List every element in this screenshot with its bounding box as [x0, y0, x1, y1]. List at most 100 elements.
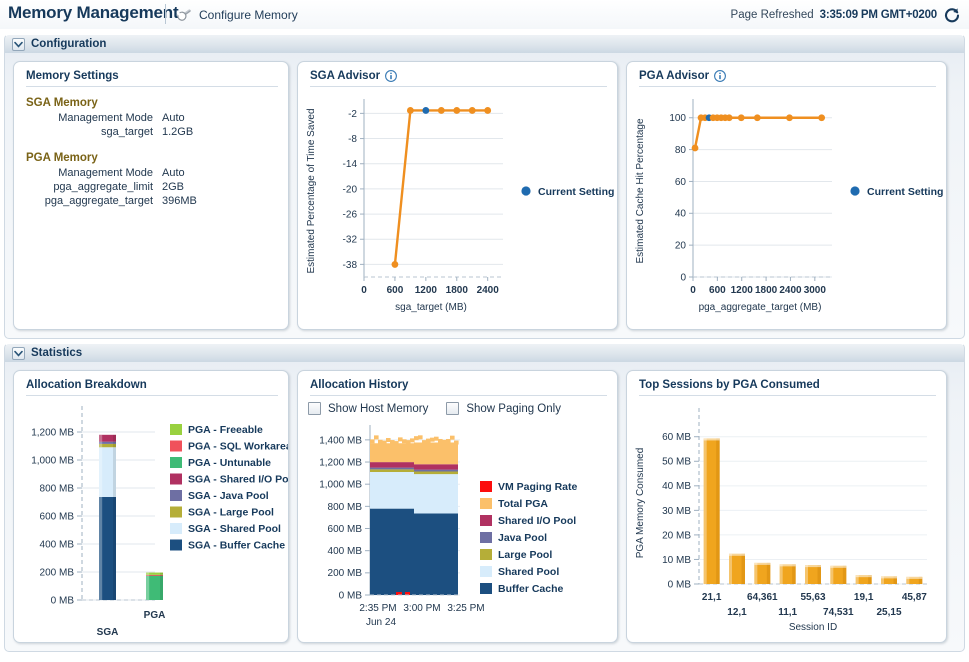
svg-text:SGA - Shared Pool: SGA - Shared Pool [188, 523, 281, 535]
svg-text:PGA - Freeable: PGA - Freeable [188, 424, 263, 436]
svg-text:SGA - Large Pool: SGA - Large Pool [188, 507, 274, 519]
svg-text:SGA: SGA [97, 627, 119, 638]
svg-text:20 MB: 20 MB [662, 530, 691, 541]
svg-text:-14: -14 [343, 159, 358, 170]
allocation-history-title: Allocation History [310, 379, 408, 391]
checkbox-box[interactable] [446, 402, 459, 415]
setting-row: Management Mode Auto [14, 112, 288, 124]
bar-segment[interactable] [146, 575, 163, 576]
area-series[interactable] [370, 509, 458, 595]
bar-segment[interactable] [99, 442, 116, 444]
svg-text:1800: 1800 [755, 285, 778, 296]
svg-text:SGA - Shared I/O Pool: SGA - Shared I/O Pool [188, 474, 288, 486]
bar-segment[interactable] [146, 573, 163, 575]
setting-label: Management Mode [14, 167, 162, 179]
info-icon[interactable] [385, 70, 397, 82]
svg-text:-26: -26 [343, 209, 358, 220]
sga_advisor-chart: -2 -8 -14 -20 -26 -32 -38 0 600 1200 1800 2400 sga_t… [298, 87, 617, 327]
top-sessions-title-row: Top Sessions by PGA Consumed [627, 371, 946, 395]
allocation-history-body: 0 MB 200 MB 400 MB 600 MB 800 MB 1,000 MB 1,20… [298, 417, 617, 642]
top-bar: Memory Management Configure Memory Page … [0, 0, 969, 30]
svg-text:PGA Memory Consumed: PGA Memory Consumed [635, 448, 646, 559]
configure-memory-label: Configure Memory [199, 8, 298, 22]
sga-memory-heading: SGA Memory [26, 97, 288, 109]
area-series[interactable] [370, 472, 458, 513]
svg-text:0: 0 [680, 272, 686, 283]
svg-text:600: 600 [709, 285, 726, 296]
svg-text:600 MB: 600 MB [40, 511, 75, 522]
bar-segment[interactable] [99, 435, 116, 442]
statistics-section-header[interactable]: Statistics [4, 343, 965, 362]
allocation-breakdown-title: Allocation Breakdown [26, 379, 147, 391]
panel-divider [26, 86, 278, 87]
svg-text:200 MB: 200 MB [328, 568, 363, 579]
svg-text:Shared Pool: Shared Pool [498, 566, 559, 578]
bar-segment[interactable] [99, 447, 116, 497]
setting-label: pga_aggregate_limit [14, 181, 162, 193]
svg-text:64,361: 64,361 [747, 592, 778, 603]
bar[interactable] [830, 566, 846, 584]
setting-value: 396MB [162, 195, 197, 207]
configure-memory-link[interactable]: Configure Memory [175, 7, 298, 23]
area-series[interactable] [370, 443, 458, 465]
svg-text:1200: 1200 [415, 285, 438, 296]
svg-text:45,87: 45,87 [902, 592, 927, 603]
configuration-section-header[interactable]: Configuration [4, 34, 965, 53]
svg-text:800 MB: 800 MB [40, 483, 75, 494]
wrench-icon [175, 7, 193, 23]
bar[interactable] [704, 438, 720, 584]
info-icon[interactable] [714, 70, 726, 82]
statistics-section: Statistics Allocation Breakdown 0 MB 200 … [4, 343, 965, 652]
svg-text:2:35 PM: 2:35 PM [359, 603, 396, 614]
page-refreshed-time: 3:35:09 PM GMT+0200 [820, 9, 937, 21]
setting-row: pga_aggregate_limit 2GB [14, 181, 288, 193]
svg-text:0: 0 [690, 285, 696, 296]
svg-text:Total PGA: Total PGA [498, 498, 548, 510]
allocation-breakdown-panel: Allocation Breakdown 0 MB 200 MB 400 MB 600… [13, 370, 289, 643]
svg-text:600: 600 [387, 285, 404, 296]
svg-text:3000: 3000 [804, 285, 827, 296]
top-sessions-chart: 0 MB10 MB20 MB30 MB40 MB50 MB60 MB21,112… [627, 396, 946, 643]
svg-text:1800: 1800 [446, 285, 469, 296]
sga-advisor-title: SGA Advisor [310, 70, 380, 82]
svg-text:-32: -32 [343, 235, 358, 246]
svg-text:19,1: 19,1 [854, 592, 874, 603]
svg-text:25,15: 25,15 [876, 607, 901, 618]
setting-label: Management Mode [14, 112, 162, 124]
bar[interactable] [754, 563, 770, 584]
pga-advisor-panel: PGA Advisor 0 20 40 60 80 100 0 600 1200 1800 2400… [626, 61, 947, 330]
bar-segment[interactable] [99, 497, 116, 600]
chevron-down-icon[interactable] [12, 347, 25, 360]
svg-text:100: 100 [669, 113, 686, 124]
setting-row: Management Mode Auto [14, 167, 288, 179]
checkbox-box[interactable] [308, 402, 321, 415]
svg-text:21,1: 21,1 [702, 592, 722, 603]
bar[interactable] [906, 577, 922, 584]
bar[interactable] [780, 564, 796, 584]
svg-text:Shared I/O Pool: Shared I/O Pool [498, 515, 576, 527]
refresh-icon[interactable] [943, 6, 961, 24]
bar[interactable] [881, 576, 897, 584]
svg-text:PGA - Untunable: PGA - Untunable [188, 457, 271, 469]
svg-text:0 MB: 0 MB [339, 590, 363, 601]
svg-text:40 MB: 40 MB [662, 481, 691, 492]
setting-label: sga_target [14, 126, 162, 138]
show-host-memory-checkbox[interactable]: Show Host Memory [308, 402, 428, 415]
page-title: Memory Management [8, 3, 178, 23]
svg-text:60 MB: 60 MB [662, 432, 691, 443]
show-paging-only-checkbox[interactable]: Show Paging Only [446, 402, 561, 415]
svg-text:-20: -20 [343, 184, 358, 195]
pga_advisor-chart: 0204060801000 600 1200 1800 2400 3000pga_aggr… [627, 87, 946, 327]
svg-text:0: 0 [361, 285, 367, 296]
allocation-history-chart: 0 MB200 MB400 MB600 MB800 MB1,000 MB1,20… [298, 417, 617, 642]
svg-text:PGA - SQL Workareas: PGA - SQL Workareas [188, 441, 288, 453]
bar-segment[interactable] [146, 575, 163, 600]
chevron-down-icon[interactable] [12, 38, 25, 51]
statistics-section-body: Allocation Breakdown 0 MB 200 MB 400 MB 600… [4, 362, 965, 652]
bar[interactable] [729, 554, 745, 584]
svg-text:3:25 PM: 3:25 PM [447, 603, 484, 614]
pga-advisor-title-row: PGA Advisor [627, 62, 946, 86]
bar[interactable] [856, 575, 872, 584]
bar-segment[interactable] [99, 444, 116, 447]
bar[interactable] [805, 565, 821, 584]
